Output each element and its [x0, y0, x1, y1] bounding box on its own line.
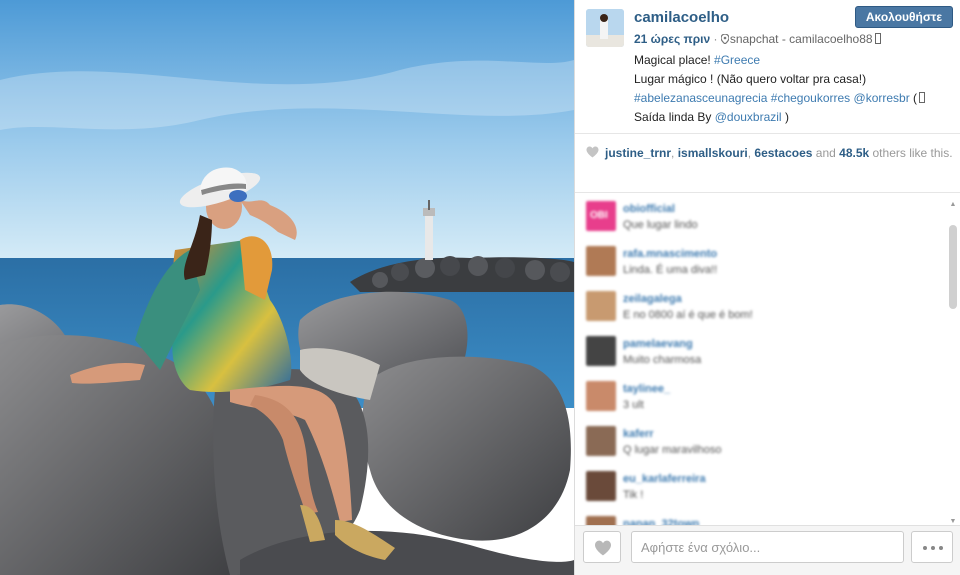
- comment-item: eu_karlaferreira Tik !: [586, 471, 936, 511]
- map-pin-icon: [720, 34, 729, 44]
- scroll-up-icon[interactable]: ▲: [949, 201, 957, 209]
- mention-douxbrazil[interactable]: @douxbrazil: [715, 110, 782, 124]
- comment-text: Muito charmosa: [623, 354, 702, 366]
- post-timestamp[interactable]: 21 ώρες πριν: [634, 32, 710, 46]
- commenter-username[interactable]: pamelaevang: [623, 338, 693, 350]
- hashtag-greece[interactable]: #Greece: [714, 53, 760, 67]
- author-avatar[interactable]: [586, 9, 624, 47]
- scroll-down-icon[interactable]: ▼: [949, 518, 957, 525]
- commenter-avatar[interactable]: [586, 426, 616, 456]
- comment-text: Tik !: [623, 489, 644, 501]
- caption-line-1: Magical place! #Greece: [634, 51, 956, 70]
- commenter-username[interactable]: obiofficial: [623, 203, 675, 215]
- caption-line-4: Saída linda By @douxbrazil ): [634, 108, 956, 127]
- commenter-avatar[interactable]: [586, 471, 616, 501]
- missing-glyph-icon: [919, 92, 926, 103]
- heart-icon: [595, 540, 611, 556]
- caption-text-saida: Saída linda By: [634, 110, 715, 124]
- commenter-username[interactable]: rafa.mnascimento: [623, 248, 717, 260]
- post-meta: 21 ώρες πριν · snapchat - camilacoelho88: [634, 32, 881, 46]
- commenter-avatar[interactable]: [586, 336, 616, 366]
- commenter-avatar[interactable]: [586, 516, 616, 525]
- comment-item: rafa.mnascimento Linda. É uma diva!!: [586, 246, 936, 286]
- commenter-avatar[interactable]: OBI: [586, 201, 616, 231]
- commenter-avatar[interactable]: [586, 381, 616, 411]
- comment-item: taylinee_ 3 ult: [586, 381, 936, 421]
- like-button[interactable]: [583, 531, 621, 563]
- comments-scrollbar[interactable]: ▲ ▼: [949, 201, 957, 525]
- comment-text: Linda. É uma diva!!: [623, 264, 718, 276]
- caption-paren: (: [909, 91, 918, 105]
- hashtag-abelezanasceunagrecia[interactable]: #abelezanasceunagrecia: [634, 91, 767, 105]
- post-location[interactable]: snapchat - camilacoelho88: [730, 32, 873, 46]
- comment-item: nanan_32town: [586, 516, 936, 525]
- commenter-avatar[interactable]: [586, 246, 616, 276]
- avatar-label: OBI: [590, 210, 608, 221]
- commenter-username[interactable]: taylinee_: [623, 383, 670, 395]
- photo-image: [0, 0, 574, 575]
- ellipsis-icon: [923, 546, 927, 550]
- hashtag-chegoukorres[interactable]: #chegoukorres: [771, 91, 850, 105]
- liker-2[interactable]: ismallskouri: [678, 146, 748, 160]
- comment-item: pamelaevang Muito charmosa: [586, 336, 936, 376]
- comment-input[interactable]: [631, 531, 904, 563]
- caption-line-3: #abelezanasceunagrecia #chegoukorres @ko…: [634, 89, 956, 108]
- likes-suffix: others like this.: [869, 146, 953, 160]
- mention-korresbr[interactable]: @korresbr: [854, 91, 910, 105]
- likes-summary: justine_trnr, ismallskouri, 6estacoes an…: [586, 146, 956, 161]
- post-side-panel: camilacoelho Ακολουθήστε 21 ώρες πριν · …: [574, 0, 960, 575]
- comment-item: OBI obiofficial Que lugar lindo: [586, 201, 936, 241]
- commenter-username[interactable]: kaferr: [623, 428, 654, 440]
- comment-text: Q lugar maravilhoso: [623, 444, 722, 456]
- scroll-thumb[interactable]: [949, 225, 957, 309]
- post-header: camilacoelho Ακολουθήστε 21 ώρες πριν · …: [575, 0, 960, 134]
- comment-text: 3 ult: [623, 399, 644, 411]
- comments-list[interactable]: OBI obiofficial Que lugar lindo rafa.mna…: [575, 192, 960, 525]
- missing-glyph-icon: [874, 33, 881, 44]
- caption-close-paren: ): [781, 110, 789, 124]
- caption-text: Magical place!: [634, 53, 715, 67]
- heart-icon: [586, 146, 599, 158]
- liker-3[interactable]: 6estacoes: [754, 146, 812, 160]
- comment-item: kaferr Q lugar maravilhoso: [586, 426, 936, 466]
- commenter-username[interactable]: nanan_32town: [623, 518, 699, 525]
- meta-separator: ·: [710, 32, 721, 46]
- ellipsis-icon: [939, 546, 943, 550]
- commenter-username[interactable]: zeilagalega: [623, 293, 682, 305]
- author-username[interactable]: camilacoelho: [634, 9, 729, 26]
- likes-connector: and: [812, 146, 840, 160]
- commenter-avatar[interactable]: [586, 291, 616, 321]
- likes-count[interactable]: 48.5k: [839, 146, 869, 160]
- follow-button[interactable]: Ακολουθήστε: [855, 6, 953, 28]
- more-options-button[interactable]: [911, 531, 953, 563]
- comment-item: zeilagalega E no 0800 aí é que é bom!: [586, 291, 936, 331]
- post-caption: Magical place! #Greece Lugar mágico ! (N…: [634, 51, 956, 127]
- comment-text: Que lugar lindo: [623, 219, 698, 231]
- liker-1[interactable]: justine_trnr: [605, 146, 671, 160]
- comment-text: E no 0800 aí é que é bom!: [623, 309, 753, 321]
- ellipsis-icon: [931, 546, 935, 550]
- post-photo[interactable]: [0, 0, 574, 575]
- caption-line-2: Lugar mágico ! (Não quero voltar pra cas…: [634, 72, 867, 86]
- commenter-username[interactable]: eu_karlaferreira: [623, 473, 706, 485]
- comment-footer: [575, 525, 960, 575]
